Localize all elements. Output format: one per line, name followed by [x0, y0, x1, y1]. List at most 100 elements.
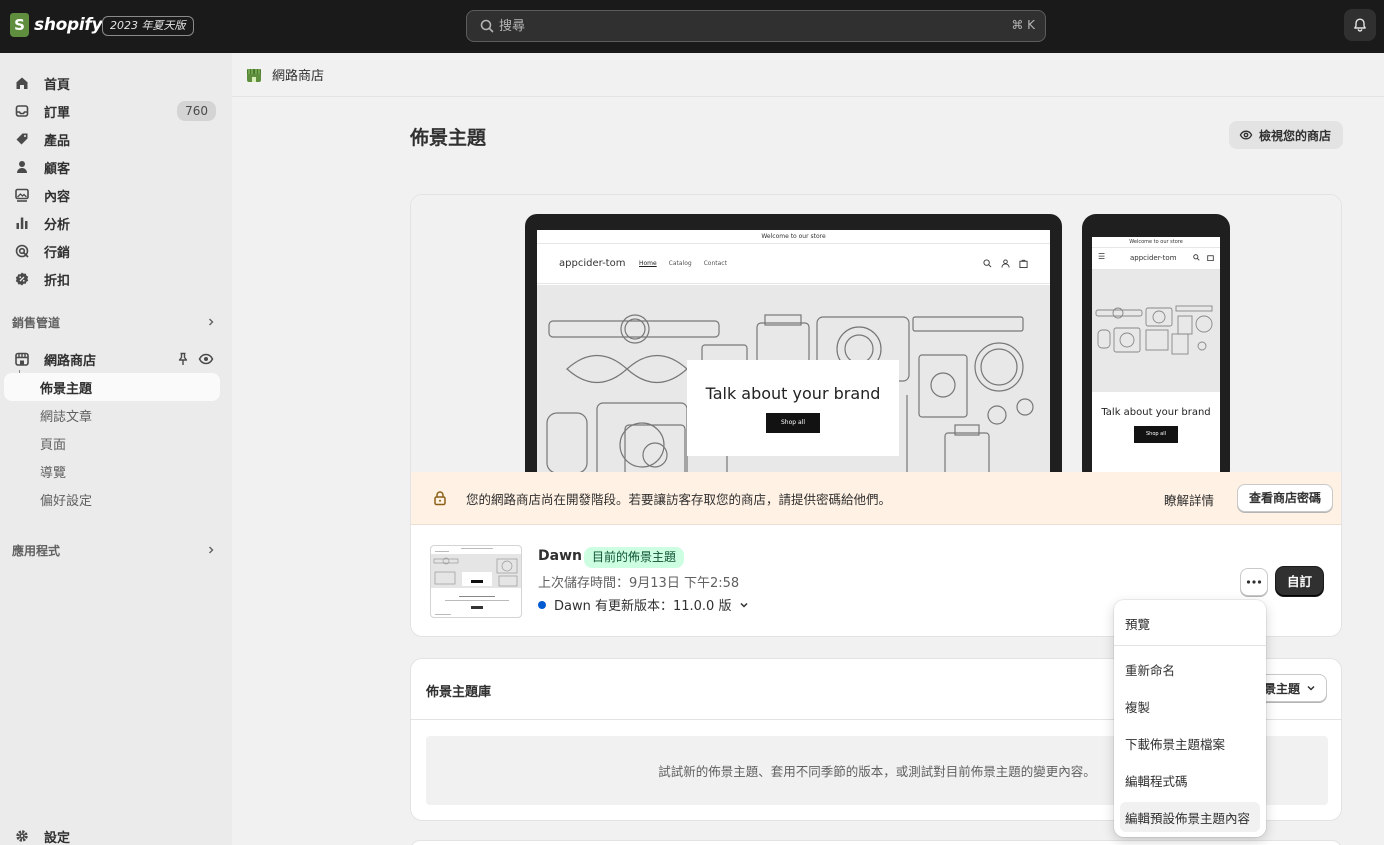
search-icon: [1193, 254, 1200, 261]
empty-state-text: 試試新的佈景主題、套用不同季節的版本，或測試對目前佈景主題的變更內容。: [658, 764, 1096, 779]
thumb-line: [461, 548, 493, 549]
notifications-button[interactable]: [1344, 9, 1376, 41]
sidebar-item-settings[interactable]: 設定: [4, 822, 220, 845]
phone-hero-button: Shop all: [1134, 426, 1178, 443]
apps-section[interactable]: 應用程式: [12, 540, 216, 560]
menu-item-rename[interactable]: 重新命名: [1120, 654, 1260, 684]
thumb-line: [445, 600, 509, 601]
lock-icon: [434, 491, 446, 506]
view-store-button[interactable]: 檢視您的商店: [1229, 121, 1344, 149]
hero-text-box: Talk about your brand Shop all: [687, 360, 899, 456]
current-theme-badge: 目前的佈景主題: [584, 547, 685, 568]
bell-icon: [1354, 18, 1366, 32]
apps-label: 應用程式: [12, 543, 61, 558]
logo-text: shopify: [34, 15, 103, 35]
tag-icon: [14, 131, 30, 147]
page-title: 佈景主題: [410, 127, 487, 149]
search-bar[interactable]: ⌘ K: [466, 10, 1046, 42]
sidebar-item-customers[interactable]: 顧客: [4, 153, 220, 181]
hero-title: Talk about your brand: [705, 384, 881, 403]
sidebar-item-label: 訂單: [44, 105, 71, 121]
person-icon: [14, 159, 30, 175]
store-header: appcider-tom Home Catalog Contact: [537, 244, 1050, 284]
menu-item-edit-code[interactable]: 編輯程式碼: [1120, 765, 1260, 795]
phone-hero-illustration: [1095, 305, 1213, 355]
menu-item-duplicate[interactable]: 複製: [1120, 691, 1260, 721]
sidebar-item-orders[interactable]: 訂單 760: [4, 97, 220, 125]
theme-library-title: 佈景主題庫: [426, 685, 492, 700]
store-nav-home: Home: [639, 260, 657, 267]
sidebar-item-discounts[interactable]: 折扣: [4, 265, 220, 293]
store-icon: [14, 351, 30, 367]
store-nav-catalog: Catalog: [668, 260, 692, 267]
view-password-button[interactable]: 查看商店密碼: [1237, 484, 1334, 512]
search-shortcut: ⌘ K: [1011, 18, 1035, 32]
sidebar-item-blog-posts[interactable]: 網誌文章: [4, 401, 220, 429]
sidebar-item-label: 行銷: [44, 245, 71, 261]
menu-item-preview[interactable]: 預覽: [1120, 608, 1260, 638]
eye-icon[interactable]: [198, 352, 214, 366]
sidebar-item-label: 內容: [44, 189, 71, 205]
shopify-bag-icon: S: [10, 13, 29, 37]
sidebar-item-analytics[interactable]: 分析: [4, 209, 220, 237]
account-icon: [1001, 259, 1010, 268]
pin-icon[interactable]: [176, 352, 190, 366]
next-card: [410, 840, 1342, 845]
search-input[interactable]: [499, 11, 959, 41]
last-saved-text: 上次儲存時間：9月13日 下午2:58: [538, 576, 740, 591]
thumb-line: [459, 596, 495, 597]
phone-store-header: ☰ appcider-tom: [1092, 248, 1220, 270]
menu-item-edit-default-content[interactable]: 編輯預設佈景主題內容: [1120, 802, 1260, 832]
phone-hero-title: Talk about your brand: [1101, 407, 1211, 418]
sidebar-item-label: 佈景主題: [40, 381, 93, 397]
notice-text: 您的網路商店尚在開發階段。若要讓訪客存取您的商店，請提供密碼給他們。: [466, 491, 892, 507]
thumb-button: [471, 580, 483, 583]
online-store-app-icon: [247, 68, 261, 82]
menu-item-download[interactable]: 下載佈景主題檔案: [1120, 728, 1260, 758]
password-notice-banner: 您的網路商店尚在開發階段。若要讓訪客存取您的商店，請提供密碼給他們。 瞭解詳情 …: [411, 472, 1341, 525]
chevron-right-icon: [209, 546, 214, 554]
sidebar-item-pages[interactable]: 頁面: [4, 429, 220, 457]
learn-more-link[interactable]: 瞭解詳情: [1164, 490, 1214, 509]
menu-divider: [1114, 645, 1266, 646]
tablet-screen: Welcome to our store appcider-tom Home C…: [537, 230, 1050, 472]
sidebar-item-label: 顧客: [44, 161, 71, 177]
phone-hero: [1092, 270, 1220, 392]
sidebar-item-label: 網誌文章: [40, 409, 93, 425]
thumb-line: [435, 614, 451, 615]
more-actions-button[interactable]: [1240, 568, 1268, 596]
sidebar-item-label: 分析: [44, 217, 71, 233]
theme-thumbnail[interactable]: [430, 545, 522, 618]
sidebar-item-label: 首頁: [44, 77, 71, 93]
breadcrumb-label[interactable]: 網路商店: [272, 65, 324, 84]
theme-preview[interactable]: Welcome to our store appcider-tom Home C…: [411, 195, 1341, 472]
sidebar-item-themes[interactable]: 佈景主題: [4, 373, 220, 401]
sales-channels-section[interactable]: 銷售管道: [12, 312, 216, 332]
sidebar-item-content[interactable]: 內容: [4, 181, 220, 209]
sales-channels-label: 銷售管道: [12, 315, 61, 330]
customize-button[interactable]: 自訂: [1276, 567, 1324, 596]
sidebar-item-products[interactable]: 產品: [4, 125, 220, 153]
sidebar-item-label: 網路商店: [44, 353, 97, 369]
phone-screen: Welcome to our store ☰ appcider-tom Talk…: [1092, 237, 1220, 472]
sidebar-item-online-store[interactable]: 網路商店: [4, 345, 220, 373]
store-nav-contact: Contact: [703, 260, 727, 267]
shopify-logo[interactable]: S shopify: [10, 13, 103, 37]
announcement-bar: Welcome to our store: [537, 230, 1050, 244]
store-nav: Home Catalog Contact: [639, 260, 737, 267]
thumb-line: [435, 551, 449, 552]
orders-count-badge: 760: [177, 101, 216, 121]
current-theme-card: Welcome to our store appcider-tom Home C…: [410, 194, 1342, 637]
store-brand: appcider-tom: [559, 258, 626, 269]
sidebar-item-marketing[interactable]: 行銷: [4, 237, 220, 265]
theme-name: Dawn: [538, 548, 582, 564]
add-theme-label: 景主題: [1263, 681, 1300, 696]
sidebar-item-home[interactable]: 首頁: [4, 69, 220, 97]
sidebar-item-preferences[interactable]: 偏好設定: [4, 485, 220, 513]
edition-badge[interactable]: 2023 年夏天版: [102, 16, 194, 36]
sidebar-item-navigation[interactable]: 導覽: [4, 457, 220, 485]
cart-icon: [1019, 259, 1028, 268]
chevron-down-icon: [740, 602, 748, 608]
search-icon: [983, 259, 992, 268]
update-available[interactable]: Dawn 有更新版本：11.0.0 版: [538, 595, 749, 614]
